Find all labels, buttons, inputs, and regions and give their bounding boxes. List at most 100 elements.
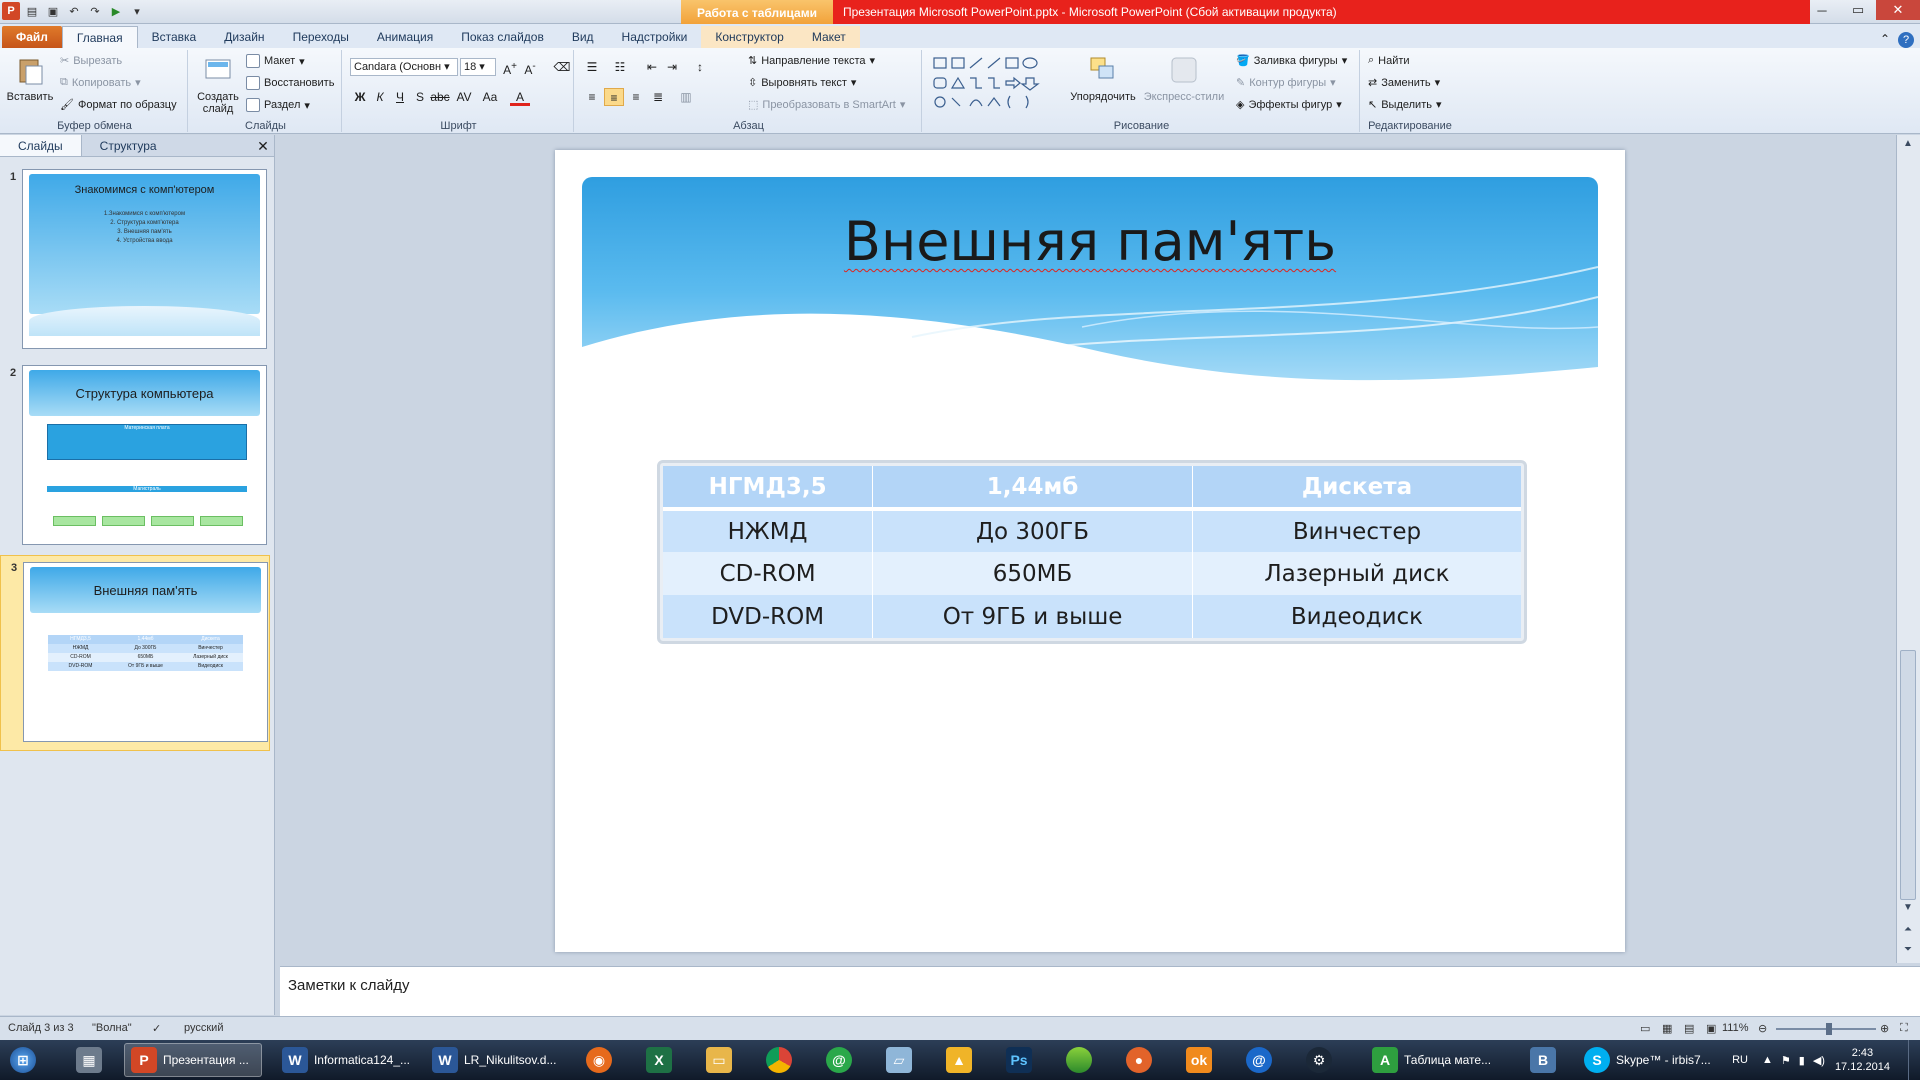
volume-icon[interactable]: ◀) bbox=[1813, 1054, 1825, 1067]
start-button[interactable]: ⊞ bbox=[4, 1043, 42, 1077]
text-direction-button[interactable]: ⇅ Направление текста ▾ bbox=[748, 54, 875, 68]
font-color-button[interactable]: A bbox=[510, 88, 530, 106]
table-cell[interactable]: DVD-ROM bbox=[663, 595, 874, 638]
clear-format-button[interactable]: ⌫ bbox=[552, 58, 572, 76]
photoshop-taskbar-icon[interactable]: Ps bbox=[1000, 1043, 1038, 1077]
slide-thumbnail-2[interactable]: 2 Структура компьютера Материнская плата… bbox=[0, 361, 270, 551]
table-cell[interactable]: НЖМД bbox=[663, 509, 874, 552]
table-cell[interactable]: Дискета bbox=[1192, 466, 1521, 511]
tab-file[interactable]: Файл bbox=[2, 26, 62, 48]
vk-taskbar-icon[interactable]: B bbox=[1524, 1043, 1562, 1077]
tab-transitions[interactable]: Переходы bbox=[279, 26, 363, 48]
zoom-out-icon[interactable]: ⊖ bbox=[1758, 1022, 1767, 1035]
odnoklassniki-taskbar-icon[interactable]: ok bbox=[1180, 1043, 1218, 1077]
shape-fill-button[interactable]: 🪣 Заливка фигуры ▾ bbox=[1236, 54, 1347, 68]
network-icon[interactable]: ▮ bbox=[1799, 1054, 1805, 1067]
chrome-taskbar-icon[interactable] bbox=[760, 1043, 798, 1077]
grow-font-button[interactable]: A+ bbox=[500, 58, 520, 77]
taskbar-item-skype[interactable]: S Skype™ - irbis7... bbox=[1578, 1043, 1718, 1077]
zoom-slider[interactable] bbox=[1776, 1023, 1876, 1035]
theme-name[interactable]: "Волна" bbox=[92, 1022, 132, 1034]
taskbar-item-word-1[interactable]: W Informatica124_... bbox=[276, 1043, 416, 1077]
normal-view-icon[interactable]: ▭ bbox=[1640, 1022, 1650, 1035]
table-cell[interactable]: НГМД3,5 bbox=[663, 466, 874, 511]
tab-view[interactable]: Вид bbox=[558, 26, 608, 48]
prev-slide-icon[interactable]: ⏶ bbox=[1897, 921, 1919, 939]
excel-taskbar-icon[interactable]: X bbox=[640, 1043, 678, 1077]
scroll-up-icon[interactable]: ▲ bbox=[1897, 135, 1919, 153]
underline-button[interactable]: Ч bbox=[390, 88, 410, 106]
replace-button[interactable]: ⇄ Заменить ▾ bbox=[1368, 76, 1440, 90]
format-painter-button[interactable]: 🖌 Формат по образцу bbox=[60, 98, 177, 112]
section-button[interactable]: Раздел ▾ bbox=[246, 98, 310, 112]
slide-thumbnail-1[interactable]: 1 Знакомимся с комп'ютером 1.Знакомимся … bbox=[0, 165, 270, 355]
align-right-button[interactable]: ≡ bbox=[626, 88, 646, 106]
app-taskbar-icon[interactable]: ▲ bbox=[940, 1043, 978, 1077]
italic-button[interactable]: К bbox=[370, 88, 390, 106]
notes-pane[interactable]: Заметки к слайду bbox=[280, 966, 1920, 1016]
zoom-in-icon[interactable]: ⊕ bbox=[1880, 1022, 1889, 1035]
decrease-indent-button[interactable]: ⇤ bbox=[642, 58, 662, 76]
quick-styles-button[interactable]: Экспресс-стили bbox=[1142, 54, 1226, 103]
tab-addins[interactable]: Надстройки bbox=[608, 26, 702, 48]
tab-design[interactable]: Дизайн bbox=[210, 26, 278, 48]
tab-slideshow[interactable]: Показ слайдов bbox=[447, 26, 558, 48]
char-spacing-button[interactable]: AV bbox=[454, 88, 474, 106]
keyboard-language[interactable]: RU bbox=[1732, 1054, 1748, 1066]
table-cell[interactable]: От 9ГБ и выше bbox=[872, 595, 1193, 638]
taskbar-item-table-app[interactable]: A Таблица мате... bbox=[1366, 1043, 1516, 1077]
font-name-combo[interactable]: Candara (Основн ▾ bbox=[350, 58, 458, 76]
shrink-font-button[interactable]: A- bbox=[520, 58, 540, 77]
shapes-gallery[interactable] bbox=[930, 54, 1060, 112]
steam-taskbar-icon[interactable]: ⚙ bbox=[1300, 1043, 1338, 1077]
bold-button[interactable]: Ж bbox=[350, 88, 370, 106]
shape-outline-button[interactable]: ✎ Контур фигуры ▾ bbox=[1236, 76, 1336, 90]
justify-button[interactable]: ≣ bbox=[648, 88, 668, 106]
increase-indent-button[interactable]: ⇥ bbox=[662, 58, 682, 76]
help-icon[interactable]: ? bbox=[1898, 32, 1914, 48]
redo-icon[interactable]: ↷ bbox=[86, 2, 104, 20]
taskbar-item-powerpoint[interactable]: P Презентация ... bbox=[124, 1043, 262, 1077]
open-icon[interactable]: ▤ bbox=[23, 2, 41, 20]
align-text-button[interactable]: ⇳ Выровнять текст ▾ bbox=[748, 76, 856, 90]
smartart-button[interactable]: ⬚ Преобразовать в SmartArt ▾ bbox=[748, 98, 905, 112]
table-cell[interactable]: Винчестер bbox=[1192, 509, 1521, 552]
find-button[interactable]: ⌕ Найти bbox=[1368, 54, 1410, 67]
table-cell[interactable]: 650МБ bbox=[872, 552, 1193, 595]
close-panel-icon[interactable]: ✕ bbox=[252, 135, 274, 156]
scroll-thumb[interactable] bbox=[1900, 650, 1916, 900]
new-slide-button[interactable]: Создать слайд bbox=[192, 54, 244, 115]
calculator-taskbar-icon[interactable]: ▦ bbox=[70, 1043, 108, 1077]
slide-title[interactable]: Внешняя пам'ять bbox=[555, 210, 1625, 273]
slideshow-view-icon[interactable]: ▣ bbox=[1706, 1022, 1716, 1035]
zoom-level[interactable]: 111% bbox=[1722, 1022, 1749, 1034]
close-button[interactable]: ✕ bbox=[1876, 0, 1920, 20]
table-cell[interactable]: До 300ГБ bbox=[872, 509, 1193, 552]
sorter-view-icon[interactable]: ▦ bbox=[1662, 1022, 1672, 1035]
mail-agent-taskbar-icon[interactable]: @ bbox=[820, 1043, 858, 1077]
strikethrough-button[interactable]: abc bbox=[430, 88, 450, 106]
slideshow-start-icon[interactable]: ▶ bbox=[107, 2, 125, 20]
columns-button[interactable]: ▥ bbox=[676, 88, 696, 106]
numbering-button[interactable]: ☷ bbox=[610, 58, 630, 76]
font-size-combo[interactable]: 18 ▾ bbox=[460, 58, 496, 76]
bullets-button[interactable]: ☰ bbox=[582, 58, 602, 76]
layout-button[interactable]: Макет ▾ bbox=[246, 54, 305, 68]
shape-effects-button[interactable]: ◈ Эффекты фигур ▾ bbox=[1236, 98, 1342, 112]
spellcheck-icon[interactable]: ✓ bbox=[152, 1022, 161, 1035]
tab-home[interactable]: Главная bbox=[61, 26, 138, 48]
minimize-ribbon-icon[interactable]: ⌃ bbox=[1880, 32, 1890, 48]
reading-view-icon[interactable]: ▤ bbox=[1684, 1022, 1694, 1035]
tab-slides-panel[interactable]: Слайды bbox=[0, 135, 82, 156]
scroll-down-icon[interactable]: ▼ bbox=[1897, 899, 1919, 917]
fit-slide-icon[interactable]: ⛶ bbox=[1900, 1022, 1908, 1035]
show-desktop-button[interactable] bbox=[1908, 1040, 1920, 1080]
copy-button[interactable]: ⧉ Копировать ▾ bbox=[60, 76, 141, 89]
select-button[interactable]: ↖ Выделить ▾ bbox=[1368, 98, 1442, 112]
customize-toolbar-icon[interactable]: ▾ bbox=[128, 2, 146, 20]
firefox-taskbar-icon[interactable]: ◉ bbox=[580, 1043, 618, 1077]
explorer-taskbar-icon[interactable]: ▭ bbox=[700, 1043, 738, 1077]
paste-button[interactable]: Вставить bbox=[4, 54, 56, 103]
maximize-button[interactable]: ▭ bbox=[1840, 0, 1876, 20]
taskbar-item-word-2[interactable]: W LR_Nikulitsov.d... bbox=[426, 1043, 566, 1077]
